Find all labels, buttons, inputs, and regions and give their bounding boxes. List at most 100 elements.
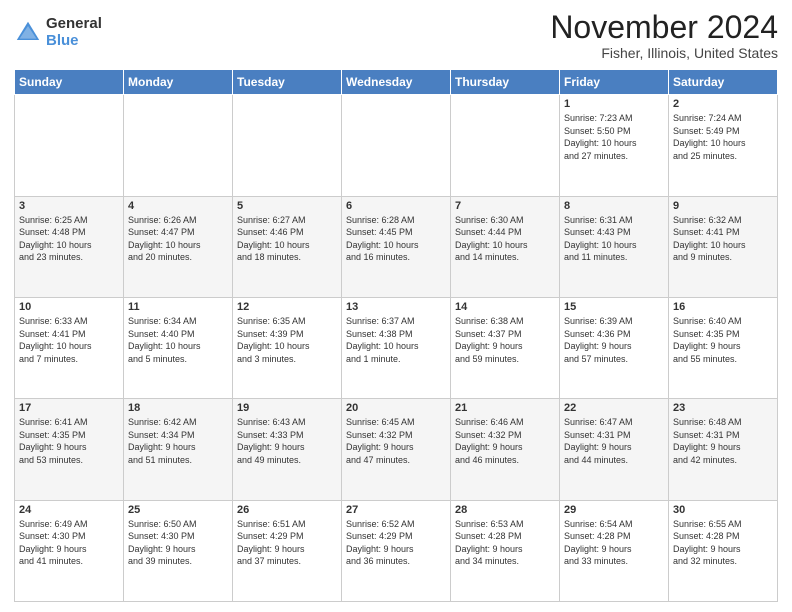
calendar-cell: 2 Sunrise: 7:24 AM Sunset: 5:49 PM Daylig… — [669, 95, 778, 196]
logo-general: General — [46, 16, 102, 33]
day-info: Sunrise: 6:38 AM Sunset: 4:37 PM Dayligh… — [455, 315, 555, 365]
day-info: Sunrise: 6:43 AM Sunset: 4:33 PM Dayligh… — [237, 416, 337, 466]
logo-blue: Blue — [46, 33, 102, 50]
logo-icon — [14, 19, 42, 47]
day-info: Sunrise: 6:49 AM Sunset: 4:30 PM Dayligh… — [19, 518, 119, 568]
calendar-page: General Blue November 2024 Fisher, Illin… — [0, 0, 792, 612]
calendar-cell: 20Sunrise: 6:45 AM Sunset: 4:32 PM Dayli… — [342, 399, 451, 500]
day-info: Sunrise: 6:27 AM Sunset: 4:46 PM Dayligh… — [237, 214, 337, 264]
calendar-cell: 29Sunrise: 6:54 AM Sunset: 4:28 PM Dayli… — [560, 500, 669, 601]
day-number: 16 — [673, 301, 773, 313]
week-row-2: 3Sunrise: 6:25 AM Sunset: 4:48 PM Daylig… — [15, 196, 778, 297]
calendar-table: SundayMondayTuesdayWednesdayThursdayFrid… — [14, 69, 778, 602]
day-number: 6 — [346, 200, 446, 212]
weekday-header-tuesday: Tuesday — [233, 70, 342, 95]
location: Fisher, Illinois, United States — [550, 45, 778, 61]
day-number: 2 — [673, 98, 773, 110]
weekday-header-monday: Monday — [124, 70, 233, 95]
day-number: 17 — [19, 402, 119, 414]
day-info: Sunrise: 6:35 AM Sunset: 4:39 PM Dayligh… — [237, 315, 337, 365]
calendar-cell: 6 Sunrise: 6:28 AM Sunset: 4:45 PM Daylig… — [342, 196, 451, 297]
day-info: Sunrise: 6:37 AM Sunset: 4:38 PM Dayligh… — [346, 315, 446, 365]
day-info: Sunrise: 6:48 AM Sunset: 4:31 PM Dayligh… — [673, 416, 773, 466]
calendar-cell: 10 Sunrise: 6:33 AM Sunset: 4:41 PM Dayli… — [15, 297, 124, 398]
calendar-cell: 21 Sunrise: 6:46 AM Sunset: 4:32 PM Dayli… — [451, 399, 560, 500]
calendar-cell: 4 Sunrise: 6:26 AM Sunset: 4:47 PM Daylig… — [124, 196, 233, 297]
calendar-cell: 1 Sunrise: 7:23 AM Sunset: 5:50 PM Daylig… — [560, 95, 669, 196]
calendar-cell: 17 Sunrise: 6:41 AM Sunset: 4:35 PM Dayli… — [15, 399, 124, 500]
day-info: Sunrise: 6:31 AM Sunset: 4:43 PM Dayligh… — [564, 214, 664, 264]
calendar-header: SundayMondayTuesdayWednesdayThursdayFrid… — [15, 70, 778, 95]
day-info: Sunrise: 6:25 AM Sunset: 4:48 PM Dayligh… — [19, 214, 119, 264]
day-info: Sunrise: 6:53 AM Sunset: 4:28 PM Dayligh… — [455, 518, 555, 568]
calendar-cell: 24 Sunrise: 6:49 AM Sunset: 4:30 PM Dayli… — [15, 500, 124, 601]
day-info: Sunrise: 6:32 AM Sunset: 4:41 PM Dayligh… — [673, 214, 773, 264]
calendar-body: 1 Sunrise: 7:23 AM Sunset: 5:50 PM Daylig… — [15, 95, 778, 602]
calendar-cell: 7Sunrise: 6:30 AM Sunset: 4:44 PM Daylig… — [451, 196, 560, 297]
day-info: Sunrise: 6:40 AM Sunset: 4:35 PM Dayligh… — [673, 315, 773, 365]
day-number: 15 — [564, 301, 664, 313]
calendar-cell — [233, 95, 342, 196]
week-row-4: 17 Sunrise: 6:41 AM Sunset: 4:35 PM Dayli… — [15, 399, 778, 500]
calendar-cell: 13 Sunrise: 6:37 AM Sunset: 4:38 PM Dayli… — [342, 297, 451, 398]
day-info: Sunrise: 6:26 AM Sunset: 4:47 PM Dayligh… — [128, 214, 228, 264]
day-number: 8 — [564, 200, 664, 212]
day-info: Sunrise: 6:42 AM Sunset: 4:34 PM Dayligh… — [128, 416, 228, 466]
logo: General Blue — [14, 16, 102, 49]
calendar-cell: 28 Sunrise: 6:53 AM Sunset: 4:28 PM Dayli… — [451, 500, 560, 601]
day-number: 4 — [128, 200, 228, 212]
day-number: 28 — [455, 504, 555, 516]
day-number: 24 — [19, 504, 119, 516]
day-number: 12 — [237, 301, 337, 313]
calendar-cell: 27 Sunrise: 6:52 AM Sunset: 4:29 PM Dayli… — [342, 500, 451, 601]
calendar-cell — [451, 95, 560, 196]
day-info: Sunrise: 6:39 AM Sunset: 4:36 PM Dayligh… — [564, 315, 664, 365]
day-number: 1 — [564, 98, 664, 110]
day-info: Sunrise: 7:24 AM Sunset: 5:49 PM Dayligh… — [673, 112, 773, 162]
day-number: 19 — [237, 402, 337, 414]
calendar-cell — [342, 95, 451, 196]
calendar-cell: 3Sunrise: 6:25 AM Sunset: 4:48 PM Daylig… — [15, 196, 124, 297]
day-info: Sunrise: 6:54 AM Sunset: 4:28 PM Dayligh… — [564, 518, 664, 568]
calendar-cell: 23 Sunrise: 6:48 AM Sunset: 4:31 PM Dayli… — [669, 399, 778, 500]
calendar-cell: 19 Sunrise: 6:43 AM Sunset: 4:33 PM Dayli… — [233, 399, 342, 500]
day-info: Sunrise: 6:47 AM Sunset: 4:31 PM Dayligh… — [564, 416, 664, 466]
day-number: 20 — [346, 402, 446, 414]
day-number: 30 — [673, 504, 773, 516]
day-number: 5 — [237, 200, 337, 212]
week-row-1: 1 Sunrise: 7:23 AM Sunset: 5:50 PM Daylig… — [15, 95, 778, 196]
calendar-cell: 18 Sunrise: 6:42 AM Sunset: 4:34 PM Dayli… — [124, 399, 233, 500]
calendar-cell: 25Sunrise: 6:50 AM Sunset: 4:30 PM Dayli… — [124, 500, 233, 601]
calendar-cell: 14 Sunrise: 6:38 AM Sunset: 4:37 PM Dayli… — [451, 297, 560, 398]
day-number: 9 — [673, 200, 773, 212]
weekday-header-thursday: Thursday — [451, 70, 560, 95]
day-number: 27 — [346, 504, 446, 516]
day-number: 14 — [455, 301, 555, 313]
weekday-header-saturday: Saturday — [669, 70, 778, 95]
day-info: Sunrise: 6:51 AM Sunset: 4:29 PM Dayligh… — [237, 518, 337, 568]
day-info: Sunrise: 6:55 AM Sunset: 4:28 PM Dayligh… — [673, 518, 773, 568]
day-number: 26 — [237, 504, 337, 516]
weekday-header-sunday: Sunday — [15, 70, 124, 95]
day-info: Sunrise: 6:28 AM Sunset: 4:45 PM Dayligh… — [346, 214, 446, 264]
day-number: 18 — [128, 402, 228, 414]
calendar-cell — [124, 95, 233, 196]
day-number: 7 — [455, 200, 555, 212]
calendar-cell: 8 Sunrise: 6:31 AM Sunset: 4:43 PM Daylig… — [560, 196, 669, 297]
day-info: Sunrise: 7:23 AM Sunset: 5:50 PM Dayligh… — [564, 112, 664, 162]
day-info: Sunrise: 6:41 AM Sunset: 4:35 PM Dayligh… — [19, 416, 119, 466]
day-number: 21 — [455, 402, 555, 414]
day-info: Sunrise: 6:52 AM Sunset: 4:29 PM Dayligh… — [346, 518, 446, 568]
day-number: 13 — [346, 301, 446, 313]
month-title: November 2024 — [550, 10, 778, 45]
day-number: 23 — [673, 402, 773, 414]
calendar-cell: 16 Sunrise: 6:40 AM Sunset: 4:35 PM Dayli… — [669, 297, 778, 398]
day-info: Sunrise: 6:33 AM Sunset: 4:41 PM Dayligh… — [19, 315, 119, 365]
weekday-header-row: SundayMondayTuesdayWednesdayThursdayFrid… — [15, 70, 778, 95]
week-row-5: 24 Sunrise: 6:49 AM Sunset: 4:30 PM Dayli… — [15, 500, 778, 601]
calendar-cell: 11Sunrise: 6:34 AM Sunset: 4:40 PM Dayli… — [124, 297, 233, 398]
day-info: Sunrise: 6:46 AM Sunset: 4:32 PM Dayligh… — [455, 416, 555, 466]
day-number: 10 — [19, 301, 119, 313]
title-block: November 2024 Fisher, Illinois, United S… — [550, 10, 778, 61]
calendar-cell: 9 Sunrise: 6:32 AM Sunset: 4:41 PM Daylig… — [669, 196, 778, 297]
